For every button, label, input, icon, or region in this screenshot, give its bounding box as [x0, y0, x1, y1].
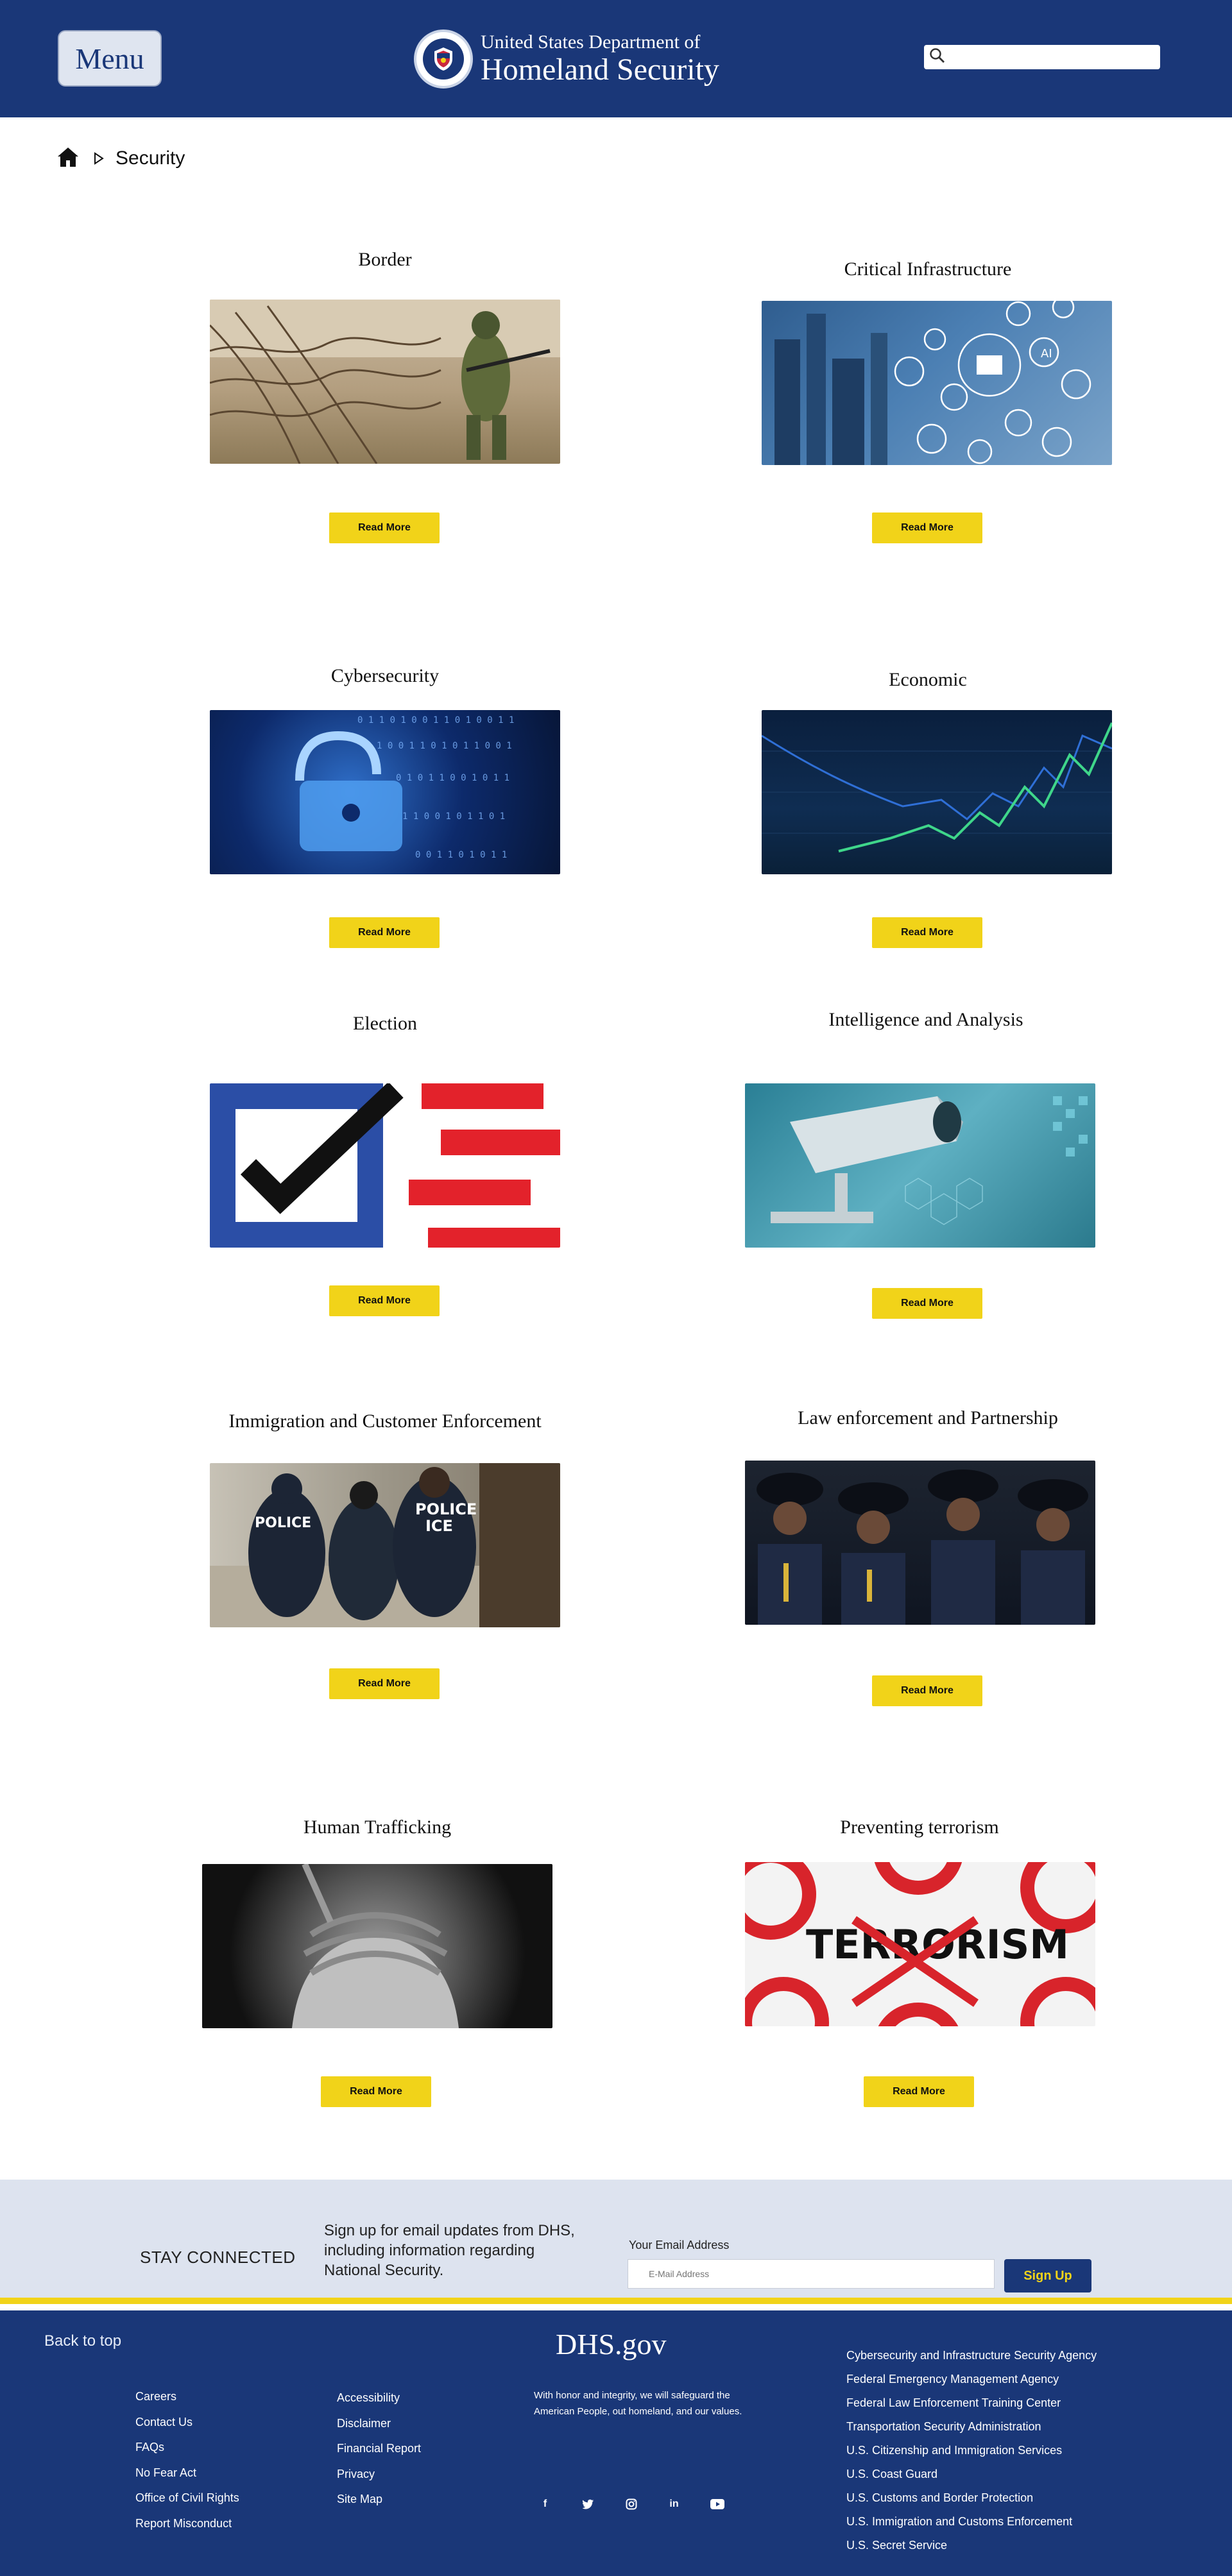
card-title-cybersecurity: Cybersecurity — [330, 665, 440, 686]
search-box — [924, 45, 1160, 69]
read-more-cybersecurity[interactable]: Read More — [329, 917, 440, 948]
dhs-logo[interactable]: United States Department of Homeland Sec… — [414, 27, 748, 91]
card-title-critical-infrastructure: Critical Infrastructure — [844, 258, 1012, 280]
facebook-icon[interactable]: f — [524, 2495, 567, 2513]
stay-connected-section: STAY CONNECTED Sign up for email updates… — [0, 2180, 1232, 2304]
breadcrumb: Security — [56, 142, 185, 174]
twitter-icon[interactable] — [567, 2495, 610, 2513]
svg-text:1 0 0 1 1 0 1 0 1 1 0 0 1: 1 0 0 1 1 0 1 0 1 1 0 0 1 — [377, 741, 512, 751]
back-to-top-link[interactable]: Back to top — [44, 2332, 121, 2350]
footer-link-cbp[interactable]: U.S. Customs and Border Protection — [846, 2486, 1097, 2510]
logo-line-2: Homeland Security — [481, 53, 719, 87]
svg-text:POLICE: POLICE — [255, 1515, 311, 1531]
card-title-preventing-terrorism: Preventing terrorism — [840, 1817, 999, 1838]
breadcrumb-current: Security — [116, 148, 185, 169]
site-footer: Back to top Careers Contact Us FAQs No F… — [0, 2310, 1232, 2576]
site-header: Menu United States Department of Homelan… — [0, 0, 1232, 117]
footer-site-title[interactable]: DHS.gov — [556, 2327, 667, 2361]
sign-up-button[interactable]: Sign Up — [1004, 2259, 1091, 2292]
email-label: Your Email Address — [629, 2239, 730, 2251]
read-more-law-enforcement[interactable]: Read More — [872, 1675, 982, 1706]
footer-link-ice[interactable]: U.S. Immigration and Customs Enforcement — [846, 2510, 1097, 2534]
svg-text:ICE: ICE — [425, 1517, 453, 1535]
footer-link-financial-report[interactable]: Financial Report — [337, 2436, 421, 2462]
footer-link-uscis[interactable]: U.S. Citizenship and Immigration Service… — [846, 2439, 1097, 2462]
card-title-border: Border — [358, 249, 412, 270]
svg-text:POLICE: POLICE — [415, 1500, 477, 1518]
read-more-immigration-enforcement[interactable]: Read More — [329, 1668, 440, 1699]
card-image-intelligence-analysis[interactable] — [745, 1083, 1095, 1248]
dhs-seal-icon — [414, 30, 473, 89]
read-more-intelligence-analysis[interactable]: Read More — [872, 1288, 982, 1319]
footer-tagline: With honor and integrity, we will safegu… — [534, 2390, 742, 2417]
footer-link-fletc[interactable]: Federal Law Enforcement Training Center — [846, 2391, 1097, 2415]
footer-link-disclaimer[interactable]: Disclaimer — [337, 2411, 421, 2437]
menu-button[interactable]: Menu — [58, 30, 162, 87]
footer-agencies: Cybersecurity and Infrastructure Securit… — [846, 2344, 1097, 2557]
svg-text:AI: AI — [1041, 347, 1052, 360]
footer-link-accessibility[interactable]: Accessibility — [337, 2385, 421, 2411]
svg-text:1 1 0 0 1 0 1 1 0 1: 1 1 0 0 1 0 1 1 0 1 — [402, 811, 505, 822]
read-more-election[interactable]: Read More — [329, 1285, 440, 1316]
footer-link-tsa[interactable]: Transportation Security Administration — [846, 2415, 1097, 2439]
footer-links-col-1: Careers Contact Us FAQs No Fear Act Offi… — [135, 2384, 239, 2537]
footer-link-fema[interactable]: Federal Emergency Management Agency — [846, 2368, 1097, 2391]
footer-link-secret-service[interactable]: U.S. Secret Service — [846, 2534, 1097, 2557]
search-icon[interactable] — [929, 47, 946, 67]
card-title-election: Election — [353, 1013, 417, 1034]
card-title-immigration-enforcement: Immigration and Customer Enforcement — [228, 1411, 542, 1432]
footer-links-col-2: Accessibility Disclaimer Financial Repor… — [337, 2385, 421, 2512]
email-field[interactable] — [628, 2259, 995, 2289]
read-more-preventing-terrorism[interactable]: Read More — [864, 2076, 974, 2107]
footer-link-report-misconduct[interactable]: Report Misconduct — [135, 2511, 239, 2537]
card-image-border[interactable] — [210, 300, 560, 464]
card-title-economic: Economic — [889, 669, 967, 690]
card-image-law-enforcement[interactable] — [745, 1461, 1095, 1625]
footer-link-civil-rights[interactable]: Office of Civil Rights — [135, 2486, 239, 2511]
home-icon[interactable] — [56, 146, 80, 172]
youtube-icon[interactable] — [696, 2495, 739, 2513]
footer-link-careers[interactable]: Careers — [135, 2384, 239, 2410]
read-more-economic[interactable]: Read More — [872, 917, 982, 948]
card-image-economic[interactable] — [762, 710, 1112, 874]
card-title-law-enforcement: Law enforcement and Partnership — [798, 1407, 1058, 1428]
search-input[interactable] — [951, 47, 1156, 67]
svg-text:0 1 0 1 1 0 0 1 0 1 1: 0 1 0 1 1 0 0 1 0 1 1 — [396, 773, 509, 783]
card-image-preventing-terrorism[interactable]: TERRORISM — [745, 1862, 1095, 2026]
svg-text:0 0 1 1 0 1 0 1 1: 0 0 1 1 0 1 0 1 1 — [415, 850, 507, 860]
card-title-intelligence-analysis: Intelligence and Analysis — [828, 1009, 1023, 1030]
footer-link-privacy[interactable]: Privacy — [337, 2462, 421, 2487]
svg-text:0 1 1 0 1 0 0 1 1 0 1 0 0 1 1: 0 1 1 0 1 0 0 1 1 0 1 0 0 1 1 — [357, 715, 514, 725]
stay-connected-title: STAY CONNECTED — [140, 2248, 296, 2267]
read-more-border[interactable]: Read More — [329, 513, 440, 543]
card-image-election[interactable] — [210, 1083, 560, 1248]
footer-link-uscg[interactable]: U.S. Coast Guard — [846, 2462, 1097, 2486]
footer-link-cisa[interactable]: Cybersecurity and Infrastructure Securit… — [846, 2344, 1097, 2368]
card-image-human-trafficking[interactable] — [202, 1864, 552, 2028]
card-image-cybersecurity[interactable]: 0 1 1 0 1 0 0 1 1 0 1 0 0 1 1 1 0 0 1 1 … — [210, 710, 560, 874]
card-title-human-trafficking: Human Trafficking — [303, 1817, 452, 1838]
footer-link-contact-us[interactable]: Contact Us — [135, 2410, 239, 2436]
read-more-critical-infrastructure[interactable]: Read More — [872, 513, 982, 543]
card-image-critical-infrastructure[interactable]: AI — [762, 301, 1112, 465]
footer-link-site-map[interactable]: Site Map — [337, 2487, 421, 2512]
read-more-human-trafficking[interactable]: Read More — [321, 2076, 431, 2107]
logo-line-1: United States Department of — [481, 31, 701, 53]
chevron-right-icon — [94, 152, 104, 165]
linkedin-icon[interactable]: in — [653, 2495, 696, 2513]
footer-link-no-fear-act[interactable]: No Fear Act — [135, 2461, 239, 2486]
card-image-immigration-enforcement[interactable]: POLICE POLICE ICE — [210, 1463, 560, 1627]
instagram-icon[interactable] — [610, 2495, 653, 2513]
stay-connected-description: Sign up for email updates from DHS, incl… — [324, 2222, 575, 2279]
footer-link-faqs[interactable]: FAQs — [135, 2435, 239, 2461]
social-links: f in — [524, 2495, 739, 2513]
